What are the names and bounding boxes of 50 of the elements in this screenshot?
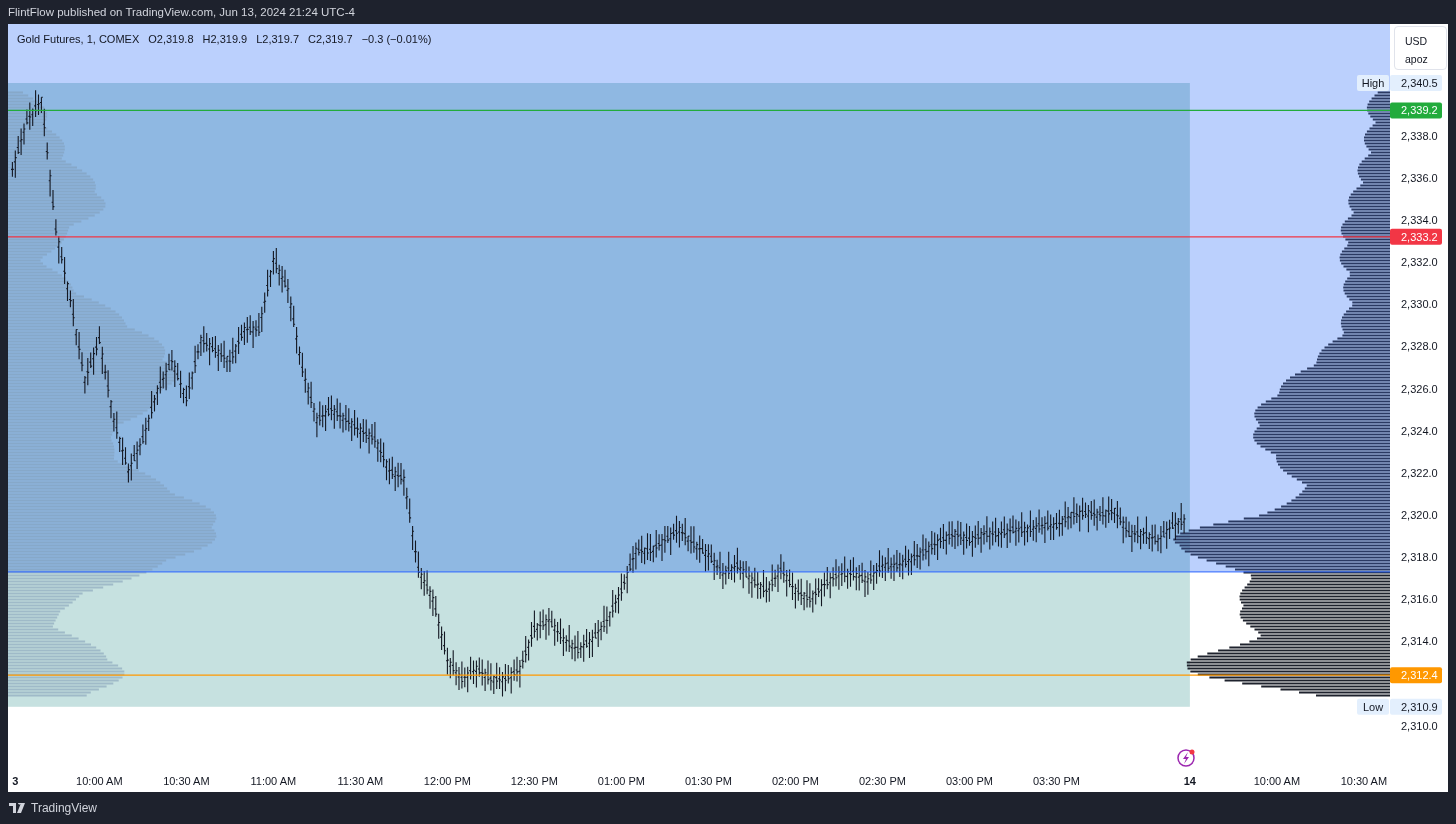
price-axis-label: 2,322.0 xyxy=(1401,466,1438,479)
price-axis-label: 2,320.0 xyxy=(1401,509,1438,521)
ohlc-value: H2,319.9 xyxy=(202,32,248,47)
extreme-tag: Low xyxy=(1357,698,1389,715)
scale-box[interactable]: USD apoz xyxy=(1394,26,1447,70)
price-axis-label: 2,310.0 xyxy=(1401,719,1438,732)
publisher-text: FlintFlow published on TradingView.com, Jun 13, 2024 21:24 UTC-4 xyxy=(8,5,355,20)
price-axis-label: 2,316.0 xyxy=(1401,593,1438,606)
price-label: 2,312.4 xyxy=(1390,667,1442,684)
ohlc-value: O2,319.8 xyxy=(148,32,194,47)
time-axis-label: 01:30 PM xyxy=(684,775,732,787)
time-axis-label: 11:30 AM xyxy=(337,775,384,787)
logo-icon xyxy=(9,803,27,813)
price-axis-label: 2,324.0 xyxy=(1401,424,1438,437)
price-label: 2,339.2 xyxy=(1390,102,1442,119)
ohlc-value: −0.3 (−0.01%) xyxy=(361,32,432,47)
time-axis-label: 03:30 PM xyxy=(1032,775,1080,787)
unit-label: apoz xyxy=(1405,52,1429,67)
time-axis-label: 10:30 AM xyxy=(1340,775,1388,787)
price-axis-label: 2,332.0 xyxy=(1401,256,1438,269)
extreme-tag: High xyxy=(1357,75,1389,91)
time-axis-label: 03:00 PM xyxy=(945,775,993,787)
price-axis-label: 2,336.0 xyxy=(1401,171,1438,184)
time-axis-label: 3 xyxy=(12,775,19,787)
ohlc-value: C2,319.7 xyxy=(308,32,353,47)
time-axis-label: 10:30 AM xyxy=(163,775,210,787)
time-axis-label: 01:00 PM xyxy=(597,775,645,787)
currency-label: USD xyxy=(1405,34,1429,49)
price-label: 2,333.2 xyxy=(1390,228,1442,245)
price-axis-label: 2,328.0 xyxy=(1401,340,1438,353)
time-axis-label: 02:00 PM xyxy=(771,775,819,787)
symbol-title: Gold Futures, 1, COMEX xyxy=(17,32,140,47)
time-axis-label: 12:00 PM xyxy=(423,775,471,787)
price-axis-label: 2,318.0 xyxy=(1401,551,1438,564)
price-label: 2,310.9 xyxy=(1390,698,1442,715)
time-axis-label: 11:00 AM xyxy=(250,775,297,787)
price-label: 2,340.5 xyxy=(1390,75,1442,91)
price-axis-label: 2,326.0 xyxy=(1401,382,1438,395)
price-axis-label: 2,314.0 xyxy=(1401,635,1438,648)
time-axis-label: 10:00 AM xyxy=(76,775,123,787)
price-axis-label: 2,338.0 xyxy=(1401,129,1438,142)
time-axis-label: 14 xyxy=(1183,775,1196,787)
lightning-icon[interactable] xyxy=(1177,749,1195,767)
time-axis-label: 02:30 PM xyxy=(858,775,906,787)
time-axis-label: 10:00 AM xyxy=(1253,775,1301,787)
price-axis-label: 2,330.0 xyxy=(1401,298,1438,311)
brand-name: TradingView xyxy=(31,800,98,817)
time-axis-label: 12:30 PM xyxy=(510,775,558,787)
price-axis-label: 2,334.0 xyxy=(1401,214,1438,226)
ohlc-value: L2,319.7 xyxy=(256,32,299,47)
